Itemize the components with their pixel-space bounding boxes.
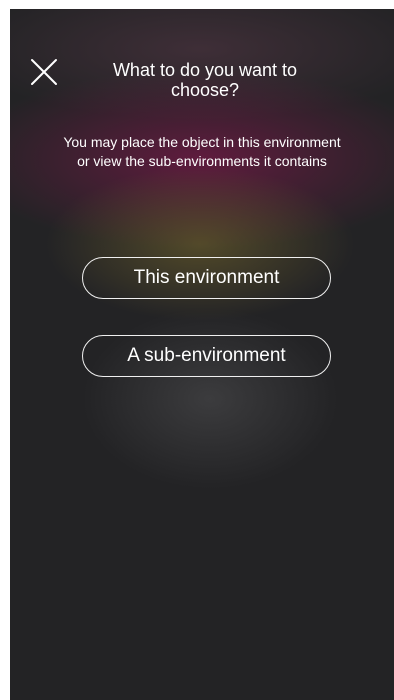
dialog-title: What to do you want to choose? — [112, 60, 298, 100]
choice-dialog-screen: What to do you want to choose? You may p… — [10, 9, 394, 700]
dialog-subtitle: You may place the object in this environ… — [63, 134, 341, 169]
this-environment-button[interactable]: This environment — [82, 257, 331, 299]
close-icon — [31, 59, 57, 85]
close-button[interactable] — [29, 57, 59, 87]
sub-environment-button[interactable]: A sub-environment — [82, 335, 331, 377]
